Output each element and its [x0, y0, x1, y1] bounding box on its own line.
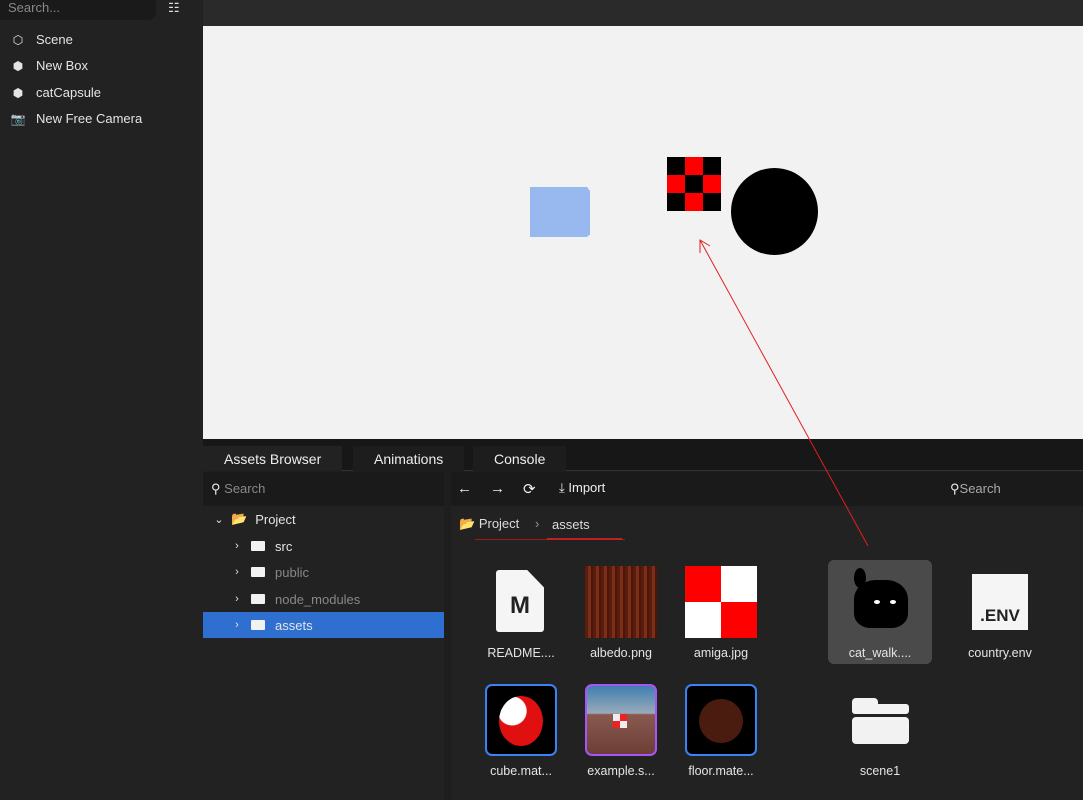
panel-tabs: Assets Browser Animations Console	[203, 439, 1083, 471]
cube-icon: ⬢	[12, 85, 24, 100]
refresh-icon[interactable]: ⟳	[523, 480, 536, 498]
hierarchy-item-catcapsule[interactable]: ⬢ catCapsule	[10, 85, 101, 100]
asset-label: cube.mat...	[490, 764, 552, 778]
tree-label: node_modules	[275, 591, 361, 607]
asset-readme[interactable]: M README....	[469, 560, 573, 664]
tab-assets-browser[interactable]: Assets Browser	[203, 446, 343, 471]
chevron-right-icon: ›	[235, 540, 239, 552]
hierarchy-search-input[interactable]: Search...	[0, 0, 156, 20]
cube-icon: ⬢	[12, 58, 24, 73]
asset-label: floor.mate...	[688, 764, 754, 778]
breadcrumb-project[interactable]: 📂 Project	[459, 516, 519, 532]
cat-image-thumb	[844, 566, 916, 638]
asset-label: country.env	[968, 646, 1032, 660]
tree-search-input[interactable]: ⚲ Search	[203, 472, 444, 506]
folder-tree: ⚲ Search ⌄ 📂 Project › src › public › node_mo…	[203, 472, 444, 800]
scene-viewport[interactable]	[203, 26, 1083, 439]
folder-icon	[844, 684, 916, 756]
markdown-file-icon: M	[485, 566, 557, 638]
tab-animations[interactable]: Animations	[353, 446, 465, 471]
asset-cube-material[interactable]: cube.mat...	[469, 678, 573, 782]
folder-icon	[251, 541, 265, 551]
import-label: Import	[568, 480, 606, 495]
asset-label: scene1	[859, 764, 901, 778]
browser-toolbar: ← → ⟳ ⤓ Import ⚲Search	[451, 472, 1083, 506]
folder-open-icon: 📂	[459, 516, 476, 531]
env-file-icon: .ENV	[964, 566, 1036, 638]
tree-label: public	[275, 564, 309, 580]
tree-item-assets[interactable]: › assets	[203, 612, 444, 638]
item-label: catCapsule	[36, 85, 102, 100]
asset-example-scene[interactable]: example.s...	[569, 678, 673, 782]
folder-icon	[251, 594, 265, 604]
tree-item-node-modules[interactable]: › node_modules	[203, 586, 444, 612]
asset-country-env[interactable]: .ENV country.env	[948, 560, 1052, 664]
import-button[interactable]: ⤓ Import	[559, 480, 605, 496]
chevron-down-icon: ⌄	[214, 513, 224, 526]
asset-label: albedo.png	[590, 646, 652, 660]
active-underline	[547, 538, 622, 540]
scene-icon: ⬡	[12, 32, 24, 47]
asset-cat-walk[interactable]: cat_walk....	[828, 560, 932, 664]
camera-icon: 📷	[10, 111, 26, 126]
tree-item-src[interactable]: › src	[203, 533, 444, 559]
asset-floor-material[interactable]: floor.mate...	[669, 678, 773, 782]
top-bar	[203, 0, 1083, 26]
hierarchy-item-scene[interactable]: ⬡ Scene	[10, 32, 73, 47]
readme-badge: M	[496, 570, 544, 632]
checker-box[interactable]	[667, 157, 721, 211]
assets-browser: ← → ⟳ ⤓ Import ⚲Search 📂 Project › asset…	[451, 472, 1083, 800]
scene-thumb	[585, 684, 657, 756]
blue-box[interactable]	[530, 187, 590, 237]
search-icon: ⚲	[950, 481, 960, 496]
hierarchy-item-new-box[interactable]: ⬢ New Box	[10, 58, 88, 73]
chevron-right-icon: ›	[235, 593, 239, 605]
tree-item-project[interactable]: ⌄ 📂 Project	[203, 506, 444, 532]
tab-console[interactable]: Console	[473, 446, 567, 471]
asset-label: example.s...	[587, 764, 655, 778]
filter-icon[interactable]: ☷	[168, 0, 180, 16]
tree-label: assets	[275, 617, 313, 633]
search-placeholder: Search	[959, 481, 1001, 496]
folder-icon	[251, 620, 265, 630]
item-label: New Free Camera	[36, 111, 143, 126]
folder-open-icon: 📂	[231, 511, 248, 526]
crumb-label: Project	[478, 516, 520, 531]
asset-label: README....	[487, 646, 555, 660]
search-icon: ⚲	[211, 481, 221, 496]
tree-label: src	[275, 538, 293, 554]
forward-arrow-icon[interactable]: →	[490, 480, 505, 497]
search-placeholder: Search	[224, 481, 266, 496]
asset-scene1-folder[interactable]: scene1	[828, 678, 932, 782]
black-sphere[interactable]	[731, 168, 818, 255]
item-label: New Box	[36, 58, 89, 73]
material-thumb	[485, 684, 557, 756]
asset-search-input[interactable]: ⚲Search	[950, 481, 1001, 497]
chevron-right-icon: ›	[235, 619, 239, 631]
chevron-right-icon: ›	[535, 516, 540, 531]
tree-item-public[interactable]: › public	[203, 559, 444, 585]
asset-albedo[interactable]: albedo.png	[569, 560, 673, 664]
hierarchy-item-camera[interactable]: 📷 New Free Camera	[10, 111, 143, 126]
download-icon: ⤓	[559, 480, 565, 495]
material-thumb	[685, 684, 757, 756]
folder-icon	[251, 567, 265, 577]
tree-label: Project	[255, 511, 296, 527]
back-arrow-icon[interactable]: ←	[457, 480, 472, 497]
chevron-right-icon: ›	[235, 566, 239, 578]
breadcrumb: 📂 Project › assets	[451, 510, 1083, 540]
asset-label: cat_walk....	[848, 646, 912, 660]
scene-hierarchy: Search... ☷ ⬡ Scene ⬢ New Box ⬢ catCapsule …	[0, 0, 203, 800]
wood-texture-thumb	[585, 566, 657, 638]
env-badge: .ENV	[972, 574, 1028, 630]
asset-amiga[interactable]: amiga.jpg	[669, 560, 773, 664]
asset-label: amiga.jpg	[693, 646, 749, 660]
item-label: Scene	[36, 32, 73, 47]
breadcrumb-assets[interactable]: assets	[552, 517, 590, 532]
checker-texture-thumb	[685, 566, 757, 638]
